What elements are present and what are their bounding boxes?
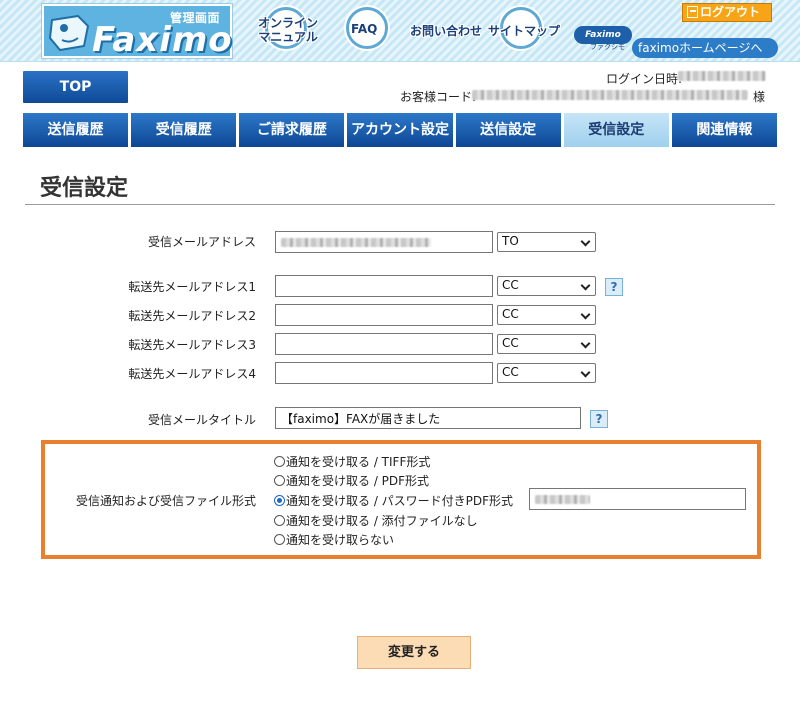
forward-email-1-type-value: CC — [502, 278, 519, 292]
submit-change-button[interactable]: 変更する — [357, 636, 471, 669]
forward-email-4-label: 転送先メールアドレス4 — [128, 367, 256, 381]
forward-email-1-type-select[interactable]: CC — [497, 276, 596, 296]
notify-option-tiff-label: 通知を受け取る / TIFF形式 — [286, 455, 431, 469]
fish-mascot-icon — [48, 14, 90, 52]
forward-email-3-type-select[interactable]: CC — [497, 334, 596, 354]
logout-icon — [687, 6, 698, 18]
tab-send-settings[interactable]: 送信設定 — [455, 113, 561, 147]
receive-email-input[interactable] — [275, 231, 493, 253]
radio-unchecked-icon — [274, 534, 285, 545]
tab-billing-history[interactable]: ご請求履歴 — [239, 113, 345, 147]
page-title: 受信設定 — [40, 176, 129, 201]
forward-email-4-type-select[interactable]: CC — [497, 363, 596, 383]
forward-email-4-input[interactable] — [275, 362, 493, 384]
tab-send-history[interactable]: 送信履歴 — [23, 113, 129, 147]
radio-unchecked-icon — [274, 515, 285, 526]
forward-email-2-type-select[interactable]: CC — [497, 305, 596, 325]
receive-email-type-value: TO — [502, 234, 519, 248]
notify-option-password-pdf[interactable]: 通知を受け取る / パスワード付きPDF形式 — [274, 492, 513, 509]
pdf-password-input[interactable] — [529, 488, 746, 510]
notify-option-pdf[interactable]: 通知を受け取る / PDF形式 — [274, 472, 429, 489]
receive-email-value-redacted — [281, 238, 431, 247]
login-datetime-value-redacted — [678, 71, 766, 81]
notify-option-tiff[interactable]: 通知を受け取る / TIFF形式 — [274, 453, 430, 470]
receive-email-type-select[interactable]: TO — [497, 232, 596, 252]
forward-email-2-input[interactable] — [275, 304, 493, 326]
forward-email-1-label: 転送先メールアドレス1 — [128, 280, 256, 294]
online-manual-line1: オンライン — [258, 16, 319, 30]
logout-label: ログアウト — [700, 5, 761, 19]
forward-help-icon[interactable]: ? — [601, 278, 623, 296]
forward-email-3-label: 転送先メールアドレス3 — [128, 338, 256, 352]
contact-link[interactable]: お問い合わせ — [410, 24, 482, 38]
logo-wordmark: Faximo — [92, 20, 233, 60]
notify-option-no-attachment-label: 通知を受け取る / 添付ファイルなし — [286, 514, 478, 528]
forward-email-2-type-value: CC — [502, 307, 519, 321]
notify-option-pdf-label: 通知を受け取る / PDF形式 — [286, 474, 430, 488]
forward-email-3-type-value: CC — [502, 336, 519, 350]
faximo-home-link[interactable]: faximoホームページへ — [632, 38, 778, 58]
top-button[interactable]: TOP — [23, 71, 128, 103]
mail-title-input[interactable] — [275, 407, 581, 429]
faximo-kana: ファクシモ — [590, 43, 625, 51]
chevron-down-icon — [580, 236, 591, 247]
radio-unchecked-icon — [274, 475, 285, 486]
faximo-admin-logo[interactable]: 管理画面 Faximo — [41, 3, 233, 60]
chevron-down-icon — [580, 309, 591, 320]
login-datetime-label: ログイン日時: — [606, 72, 683, 86]
mail-title-label: 受信メールタイトル — [147, 413, 256, 427]
tab-receive-settings[interactable]: 受信設定 — [563, 113, 669, 147]
mail-title-help-icon[interactable]: ? — [586, 410, 608, 428]
notify-option-none-label: 通知を受け取らない — [286, 533, 395, 547]
tab-related-info[interactable]: 関連情報 — [671, 113, 777, 147]
chevron-down-icon — [580, 367, 591, 378]
online-manual-line2: マニュアル — [258, 30, 318, 44]
customer-code-label: お客様コード: — [400, 90, 477, 104]
forward-email-1-input[interactable] — [275, 275, 493, 297]
chevron-down-icon — [580, 280, 591, 291]
radio-unchecked-icon — [274, 456, 285, 467]
customer-suffix: 様 — [753, 90, 766, 104]
forward-email-3-input[interactable] — [275, 333, 493, 355]
radio-checked-icon — [274, 495, 285, 506]
receive-email-label: 受信メールアドレス — [147, 235, 256, 249]
sitemap-link[interactable]: サイトマップ — [488, 24, 560, 38]
notify-option-no-attachment[interactable]: 通知を受け取る / 添付ファイルなし — [274, 512, 478, 529]
notify-option-password-pdf-label: 通知を受け取る / パスワード付きPDF形式 — [286, 494, 514, 508]
faq-link[interactable]: FAQ — [351, 22, 377, 36]
chevron-down-icon — [580, 338, 591, 349]
customer-code-value-redacted — [472, 90, 748, 100]
forward-email-2-label: 転送先メールアドレス2 — [128, 309, 256, 323]
tab-account-settings[interactable]: アカウント設定 — [347, 113, 453, 147]
online-manual-link[interactable]: オンライン マニュアル — [258, 16, 318, 44]
site-header: 管理画面 Faximo オンライン マニュアル FAQ お問い合わせ サイトマッ… — [0, 0, 800, 62]
forward-email-4-type-value: CC — [502, 365, 519, 379]
logout-button[interactable]: ログアウト — [682, 3, 772, 22]
pdf-password-value-redacted — [535, 495, 590, 504]
notify-format-label: 受信通知および受信ファイル形式 — [75, 494, 256, 508]
tab-receive-history[interactable]: 受信履歴 — [131, 113, 237, 147]
main-tabs: 送信履歴 受信履歴 ご請求履歴 アカウント設定 送信設定 受信設定 関連情報 — [23, 113, 777, 147]
notify-option-none[interactable]: 通知を受け取らない — [274, 531, 394, 548]
title-divider — [25, 204, 775, 205]
